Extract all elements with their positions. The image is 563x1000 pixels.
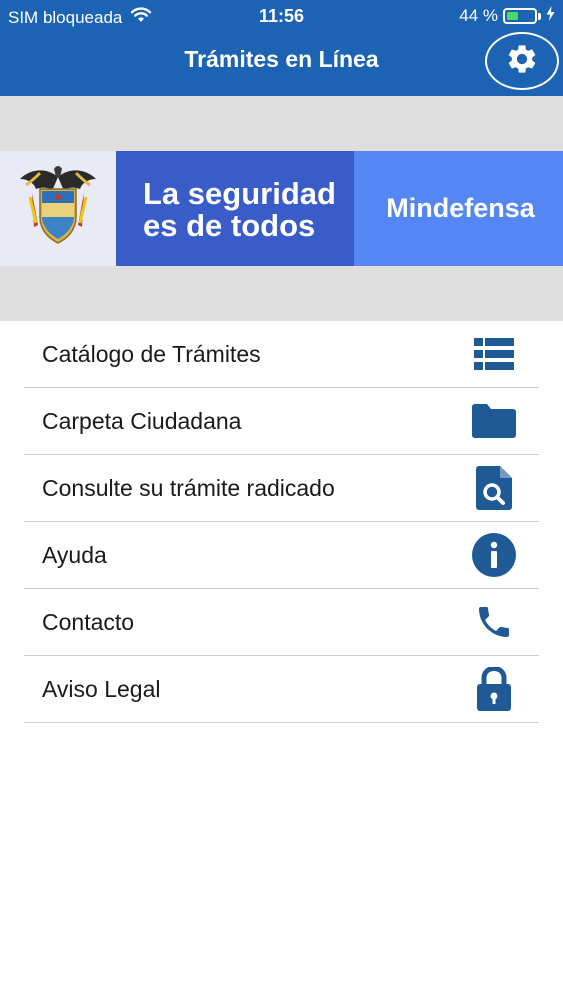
page-title: Trámites en Línea [184,46,379,72]
menu-item-consulte-tramite[interactable]: Consulte su trámite radicado [24,455,539,522]
folder-icon [471,398,517,444]
app-screen: SIM bloqueada 11:56 44 % Trámites en Lín… [0,0,563,1000]
menu-item-label: Aviso Legal [42,675,161,702]
app-header: SIM bloqueada 11:56 44 % Trámites en Lín… [0,0,563,96]
slogan-line-1: La seguridad [143,176,336,211]
battery-level [507,12,518,20]
lock-icon [471,666,517,712]
battery-icon [503,8,537,24]
gear-icon [505,42,539,81]
phone-icon [471,599,517,645]
coat-of-arms-icon [18,163,98,254]
banner-crest [0,151,116,266]
top-spacer [0,96,563,151]
list-icon [471,331,517,377]
menu-item-catalogo-tramites[interactable]: Catálogo de Trámites [24,321,539,388]
menu-item-aviso-legal[interactable]: Aviso Legal [24,656,539,723]
ministry-banner: La seguridad es de todos Mindefensa [0,151,563,266]
menu-item-label: Carpeta Ciudadana [42,407,242,434]
menu-item-carpeta-ciudadana[interactable]: Carpeta Ciudadana [24,388,539,455]
menu-item-label: Contacto [42,608,135,635]
main-menu: Catálogo de Trámites Carpeta Ciudadana C… [0,321,563,723]
banner-ministry-name: Mindefensa [354,151,563,266]
menu-item-ayuda[interactable]: Ayuda [24,522,539,589]
menu-item-label: Consulte su trámite radicado [42,474,335,501]
slogan-line-2: es de todos [143,208,316,243]
status-bar: SIM bloqueada 11:56 44 % [0,0,563,32]
status-battery-group: 44 % [459,6,555,26]
banner-slogan: La seguridad es de todos [116,151,354,266]
menu-item-label: Ayuda [42,541,107,568]
menu-item-contacto[interactable]: Contacto [24,589,539,656]
bottom-spacer [0,266,563,321]
menu-item-label: Catálogo de Trámites [42,340,261,367]
battery-tip [538,12,541,20]
document-search-icon [471,465,517,511]
battery-percent: 44 % [459,6,498,25]
charging-icon [546,6,555,26]
settings-button[interactable] [485,32,559,90]
info-icon [471,532,517,578]
